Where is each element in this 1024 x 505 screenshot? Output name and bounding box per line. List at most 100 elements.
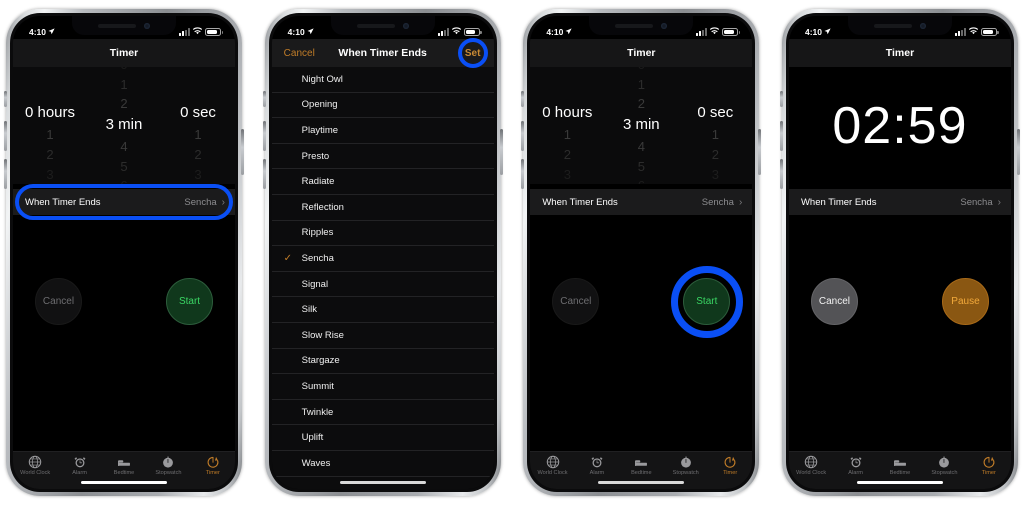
tab-alarm[interactable]: Alarm bbox=[575, 455, 619, 476]
home-indicator[interactable] bbox=[856, 481, 943, 484]
volume-down-button[interactable] bbox=[779, 159, 783, 189]
list-item[interactable]: Ripples bbox=[271, 221, 494, 247]
list-item[interactable]: Twinkle bbox=[271, 400, 494, 426]
speaker-slot-icon bbox=[356, 23, 395, 28]
mute-switch[interactable] bbox=[4, 91, 7, 107]
nav-bar-4: Timer bbox=[788, 39, 1011, 67]
cancel-button[interactable]: Cancel bbox=[810, 278, 858, 325]
power-button[interactable] bbox=[1016, 129, 1020, 175]
picker-min-prev-2: 1 bbox=[637, 76, 645, 92]
stopwatch-icon bbox=[937, 455, 951, 469]
list-item[interactable]: Slow Rise bbox=[271, 323, 494, 349]
picker-min-prev-3: 0 bbox=[120, 67, 127, 75]
timer-icon bbox=[206, 455, 220, 469]
tab-stopwatch[interactable]: Stopwatch bbox=[146, 455, 190, 476]
picker-min-next-2: 5 bbox=[120, 158, 128, 174]
home-indicator[interactable] bbox=[598, 481, 685, 484]
volume-down-button[interactable] bbox=[521, 159, 525, 189]
battery-icon bbox=[722, 28, 741, 36]
power-button[interactable] bbox=[758, 129, 762, 175]
mute-switch[interactable] bbox=[262, 91, 266, 107]
sound-label: Night Owl bbox=[301, 73, 343, 85]
volume-down-button[interactable] bbox=[4, 159, 7, 189]
picker-column-seconds[interactable]: 0 sec 1 2 3 bbox=[161, 67, 235, 184]
page-title: When Timer Ends bbox=[338, 47, 427, 59]
when-timer-ends-row[interactable]: When Timer Ends Sencha › bbox=[530, 189, 753, 215]
tab-bedtime[interactable]: Bedtime bbox=[619, 455, 663, 476]
picker-hours-next-3: 3 bbox=[46, 166, 54, 182]
status-bar-time: 4:10 bbox=[546, 27, 564, 37]
wifi-icon bbox=[968, 27, 979, 37]
tab-alarm[interactable]: Alarm bbox=[833, 455, 877, 476]
list-item[interactable]: Reflection bbox=[271, 195, 494, 221]
tab-alarm[interactable]: Alarm bbox=[57, 455, 101, 476]
list-item[interactable]: Stargaze bbox=[271, 349, 494, 375]
volume-down-button[interactable] bbox=[262, 159, 266, 189]
set-nav-button[interactable]: Set bbox=[457, 38, 488, 68]
volume-up-button[interactable] bbox=[262, 121, 266, 151]
mute-switch[interactable] bbox=[521, 91, 525, 107]
chevron-right-icon: › bbox=[221, 196, 225, 208]
phone-bezel: 4:10 Timer bbox=[785, 13, 1014, 492]
battery-icon bbox=[463, 28, 482, 36]
picker-column-minutes[interactable]: 0 1 2 3 min 4 5 6 bbox=[87, 67, 161, 184]
cancel-nav-button[interactable]: Cancel bbox=[284, 48, 315, 59]
when-timer-ends-row[interactable]: When Timer Ends Sencha › bbox=[788, 189, 1011, 215]
list-item[interactable]: Opening bbox=[271, 93, 494, 119]
power-button[interactable] bbox=[499, 129, 503, 175]
start-button[interactable]: Start bbox=[670, 265, 743, 338]
when-timer-ends-row-wrap-3: When Timer Ends Sencha › bbox=[530, 184, 753, 220]
tab-world-clock[interactable]: World Clock bbox=[13, 455, 57, 476]
list-item[interactable]: Presto bbox=[271, 144, 494, 170]
list-item[interactable]: Waves bbox=[271, 451, 494, 477]
timer-icon bbox=[723, 455, 737, 469]
start-button[interactable]: Start bbox=[166, 278, 213, 325]
duration-picker-1[interactable]: 0 hours 1 2 3 0 1 2 3 min 4 bbox=[13, 67, 235, 184]
tab-bedtime[interactable]: Bedtime bbox=[878, 455, 922, 476]
globe-icon bbox=[28, 455, 42, 469]
list-item[interactable]: Signal bbox=[271, 272, 494, 298]
picker-column-minutes[interactable]: 0 1 2 3 min 4 5 6 bbox=[604, 67, 678, 184]
volume-up-button[interactable] bbox=[521, 121, 525, 151]
list-item[interactable]: Radiate bbox=[271, 169, 494, 195]
list-item[interactable]: Summit bbox=[271, 374, 494, 400]
list-item[interactable]: Night Owl bbox=[271, 67, 494, 93]
tab-timer[interactable]: Timer bbox=[967, 455, 1011, 476]
tab-timer[interactable]: Timer bbox=[708, 455, 752, 476]
tab-bedtime[interactable]: Bedtime bbox=[102, 455, 146, 476]
pause-button-label: Pause bbox=[951, 296, 980, 307]
tab-world-clock[interactable]: World Clock bbox=[530, 455, 574, 476]
pause-button[interactable]: Pause bbox=[941, 278, 989, 325]
home-indicator[interactable] bbox=[81, 481, 167, 484]
screen-4: 4:10 Timer 02:59 When Timer Ends Sencha … bbox=[788, 16, 1011, 489]
mute-switch[interactable] bbox=[779, 91, 783, 107]
list-item[interactable]: Playtime bbox=[271, 118, 494, 144]
tab-world-clock[interactable]: World Clock bbox=[789, 455, 833, 476]
picker-min-prev-1: 2 bbox=[120, 96, 128, 112]
tab-stopwatch[interactable]: Stopwatch bbox=[664, 455, 708, 476]
when-timer-ends-row[interactable]: When Timer Ends Sencha › bbox=[13, 189, 235, 215]
volume-up-button[interactable] bbox=[779, 121, 783, 151]
picker-column-seconds[interactable]: 0 sec 1 2 3 bbox=[678, 67, 752, 184]
picker-column-hours[interactable]: 0 hours 1 2 3 bbox=[13, 67, 87, 184]
picker-column-hours[interactable]: 0 hours 1 2 3 bbox=[530, 67, 604, 184]
tab-label-timer: Timer bbox=[981, 470, 996, 476]
tab-label-world-clock: World Clock bbox=[796, 470, 827, 476]
alert-sound-list[interactable]: Night Owl Opening Playtime Presto Radiat… bbox=[271, 67, 494, 489]
tab-stopwatch[interactable]: Stopwatch bbox=[922, 455, 966, 476]
cancel-button[interactable]: Cancel bbox=[35, 278, 82, 325]
list-item[interactable]: Uplift bbox=[271, 425, 494, 451]
volume-up-button[interactable] bbox=[4, 121, 7, 151]
power-button[interactable] bbox=[241, 129, 244, 175]
front-camera-icon bbox=[919, 22, 926, 29]
when-timer-ends-value: Sencha bbox=[960, 196, 993, 208]
cancel-button[interactable]: Cancel bbox=[552, 278, 600, 325]
duration-picker-3[interactable]: 0 hours 1 2 3 0 1 2 3 min 4 bbox=[530, 67, 753, 184]
tab-label-timer: Timer bbox=[723, 470, 738, 476]
tab-timer[interactable]: Timer bbox=[191, 455, 235, 476]
home-indicator[interactable] bbox=[339, 481, 426, 484]
battery-icon bbox=[205, 28, 223, 36]
bed-icon bbox=[893, 455, 907, 469]
list-item[interactable]: Silk bbox=[271, 297, 494, 323]
list-item-selected[interactable]: ✓ Sencha bbox=[271, 246, 494, 272]
